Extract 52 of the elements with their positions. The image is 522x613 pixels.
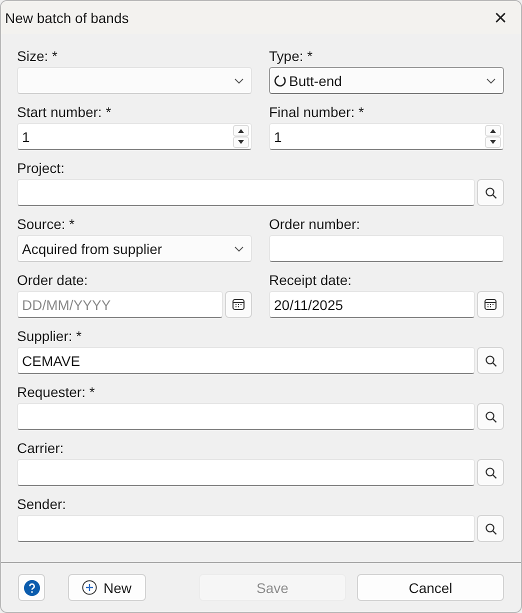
chevron-down-icon [486, 78, 496, 84]
number-field[interactable]: 1 [269, 123, 504, 150]
field-label: Supplier: * [17, 327, 83, 346]
field-label: Sender: [17, 495, 68, 514]
calendar-button[interactable] [477, 291, 504, 318]
new-button[interactable]: New [68, 574, 146, 601]
calendar-icon [484, 298, 497, 311]
field-label: Size: * [17, 47, 58, 66]
dropdown[interactable]: Butt-end [269, 67, 504, 94]
search-icon [484, 410, 496, 422]
lookup-field[interactable] [17, 403, 475, 430]
field-label: Receipt date: [269, 271, 352, 290]
search-button[interactable] [477, 459, 504, 486]
chevron-down-icon [234, 78, 244, 84]
lookup-field[interactable]: CEMAVE [17, 347, 475, 374]
ring-icon [274, 74, 286, 86]
search-icon [484, 354, 496, 366]
calendar-button[interactable] [225, 291, 252, 318]
date-field[interactable]: 20/11/2025 [269, 291, 475, 318]
field-label: Requester: * [17, 383, 96, 402]
dropdown[interactable]: Acquired from supplier [17, 235, 252, 262]
spinner-icon[interactable] [233, 125, 249, 148]
lookup-field[interactable] [17, 459, 475, 486]
text-field[interactable] [269, 235, 504, 262]
spinner-icon[interactable] [485, 125, 501, 148]
search-icon [484, 466, 496, 478]
calendar-icon [232, 298, 245, 311]
field-label: Carrier: [17, 439, 65, 458]
window-title: New batch of bands [5, 10, 129, 26]
close-button[interactable]: × [490, 6, 511, 28]
search-button[interactable] [477, 403, 504, 430]
field-label: Project: [17, 159, 66, 178]
cancel-button[interactable]: Cancel [357, 574, 504, 601]
field-label: Start number: * [17, 103, 112, 122]
field-label: Order number: [269, 215, 362, 234]
number-field[interactable]: 1 [17, 123, 252, 150]
field-label: Order date: [17, 271, 89, 290]
field-label: Final number: * [269, 103, 365, 122]
lookup-field[interactable] [17, 515, 475, 542]
search-button[interactable] [477, 515, 504, 542]
plus-circle-icon [82, 580, 98, 595]
search-button[interactable] [477, 179, 504, 206]
search-button[interactable] [477, 347, 504, 374]
help-button[interactable] [18, 574, 45, 601]
field-label: Source: * [17, 215, 76, 234]
date-field[interactable]: DD/MM/YYYY [17, 291, 223, 318]
help-icon [24, 580, 40, 596]
search-icon [484, 186, 496, 198]
search-icon [484, 522, 496, 534]
chevron-down-icon [234, 246, 244, 252]
field-label: Type: * [269, 47, 314, 66]
lookup-field[interactable] [17, 179, 475, 206]
